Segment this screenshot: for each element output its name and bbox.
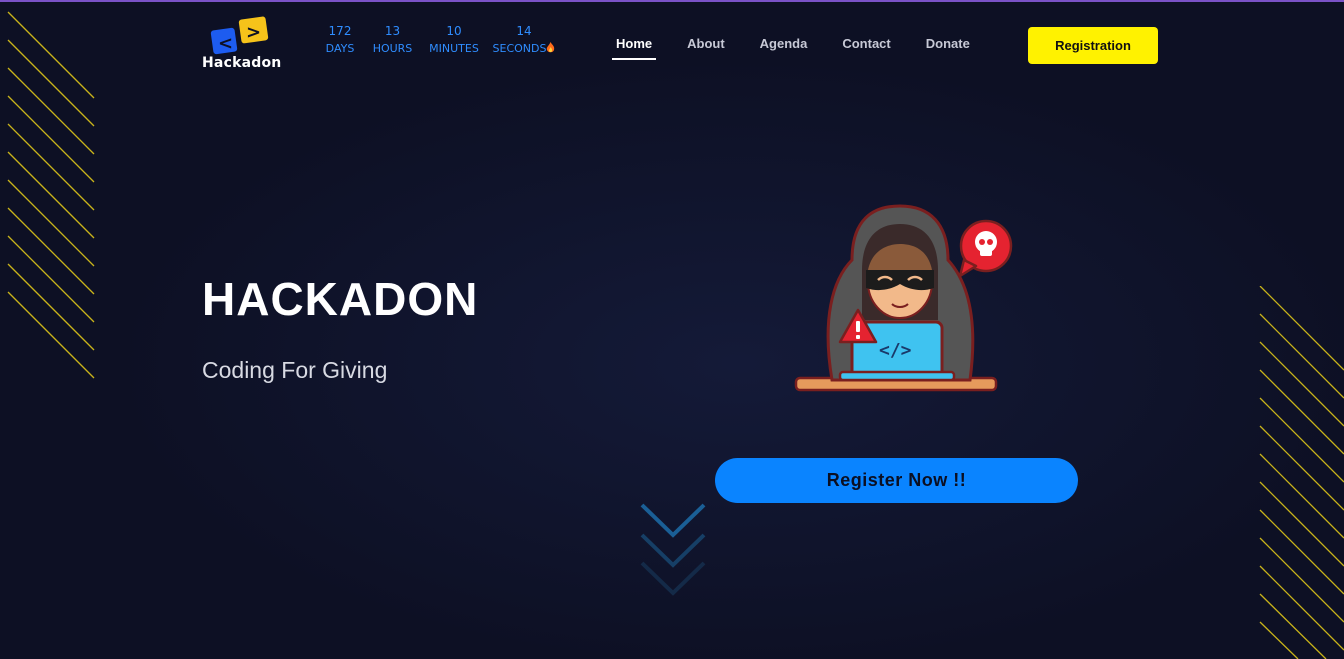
code-brackets-icon: < > bbox=[210, 16, 269, 55]
left-stripes-decoration bbox=[0, 10, 100, 385]
countdown-seconds: 14 SECONDS bbox=[490, 22, 558, 58]
countdown-minutes-label: MINUTES bbox=[429, 42, 479, 55]
nav-about[interactable]: About bbox=[683, 34, 729, 60]
svg-text:<: < bbox=[218, 33, 233, 54]
countdown-timer: 172 DAYS 13 HOURS 10 MINUTES 14 SECONDS bbox=[318, 22, 558, 58]
chevrons-down-icon[interactable] bbox=[640, 503, 706, 598]
countdown-hours-value: 13 bbox=[384, 24, 401, 38]
nav-home[interactable]: Home bbox=[612, 34, 657, 60]
countdown-days: 172 DAYS bbox=[318, 22, 362, 58]
hero-subtitle: Coding For Giving bbox=[202, 357, 388, 383]
countdown-minutes-value: 10 bbox=[446, 24, 462, 38]
hero-title: HACKADON bbox=[202, 273, 479, 325]
svg-text:</>: </> bbox=[879, 340, 912, 361]
skull-bubble-icon bbox=[958, 219, 1013, 278]
nav-donate[interactable]: Donate bbox=[922, 34, 974, 60]
nav-contact[interactable]: Contact bbox=[838, 34, 894, 60]
countdown-days-value: 172 bbox=[328, 24, 352, 38]
countdown-minutes: 10 MINUTES bbox=[422, 22, 486, 58]
nav-agenda[interactable]: Agenda bbox=[756, 34, 812, 60]
right-stripes-decoration bbox=[1256, 286, 1344, 659]
countdown-seconds-value: 14 bbox=[516, 24, 532, 38]
hacker-illustration: </> bbox=[792, 200, 1017, 398]
registration-button[interactable]: Registration bbox=[1028, 27, 1158, 64]
svg-text:>: > bbox=[246, 22, 261, 43]
brand-logo[interactable]: < > Hackadon bbox=[202, 16, 288, 74]
register-now-button[interactable]: Register Now !! bbox=[715, 458, 1078, 503]
countdown-hours: 13 HOURS bbox=[365, 22, 420, 58]
brand-name: Hackadon bbox=[202, 55, 282, 71]
countdown-days-label: DAYS bbox=[325, 42, 355, 55]
countdown-seconds-label: SECONDS bbox=[490, 40, 558, 58]
main-nav: Home About Agenda Contact Donate bbox=[612, 34, 1001, 60]
fire-icon bbox=[547, 42, 555, 53]
countdown-hours-label: HOURS bbox=[372, 42, 413, 55]
